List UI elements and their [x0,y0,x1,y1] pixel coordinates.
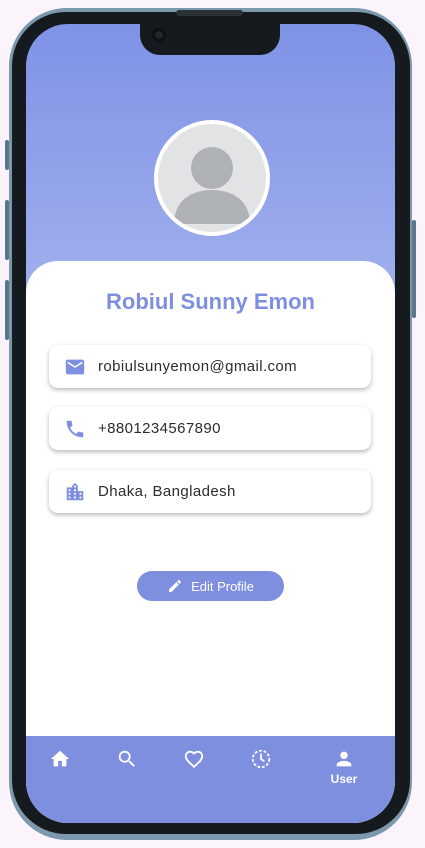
location-card[interactable]: Dhaka, Bangladesh [49,470,371,513]
phone-card[interactable]: +8801234567890 [49,407,371,450]
phone-text: +8801234567890 [98,420,221,437]
side-button [5,140,9,170]
avatar[interactable] [154,120,270,236]
home-icon [50,750,70,767]
search-icon [118,750,135,767]
nav-item-search[interactable] [115,748,139,770]
person-icon [174,147,250,224]
nav-item-user[interactable]: User [324,748,364,786]
speaker [176,10,243,16]
user-icon [336,751,352,767]
location-city-icon [66,482,84,501]
history-icon [251,749,271,769]
front-camera [152,28,166,42]
bottom-nav: User [26,736,395,823]
side-button [412,220,416,318]
nav-item-history[interactable] [249,748,273,770]
location-text: Dhaka, Bangladesh [98,483,236,500]
heart-icon [184,750,204,769]
pencil-icon [169,579,182,592]
email-card[interactable]: robiulsunyemon@gmail.com [49,345,371,388]
profile-name: Robiul Sunny Emon [106,289,315,314]
side-button [5,200,9,260]
side-button [5,280,9,340]
email-text: robiulsunyemon@gmail.com [98,358,298,375]
edit-profile-label: Edit Profile [191,578,254,594]
screen: Robiul Sunny Emon robiulsunyemon@gmail.c… [26,24,395,823]
edit-profile-button[interactable]: Edit Profile [137,571,284,601]
nav-label-user: User [330,772,358,786]
nav-item-favorites[interactable] [182,748,206,770]
email-icon [65,359,85,375]
nav-item-home[interactable] [48,748,72,770]
phone-icon [66,420,84,438]
